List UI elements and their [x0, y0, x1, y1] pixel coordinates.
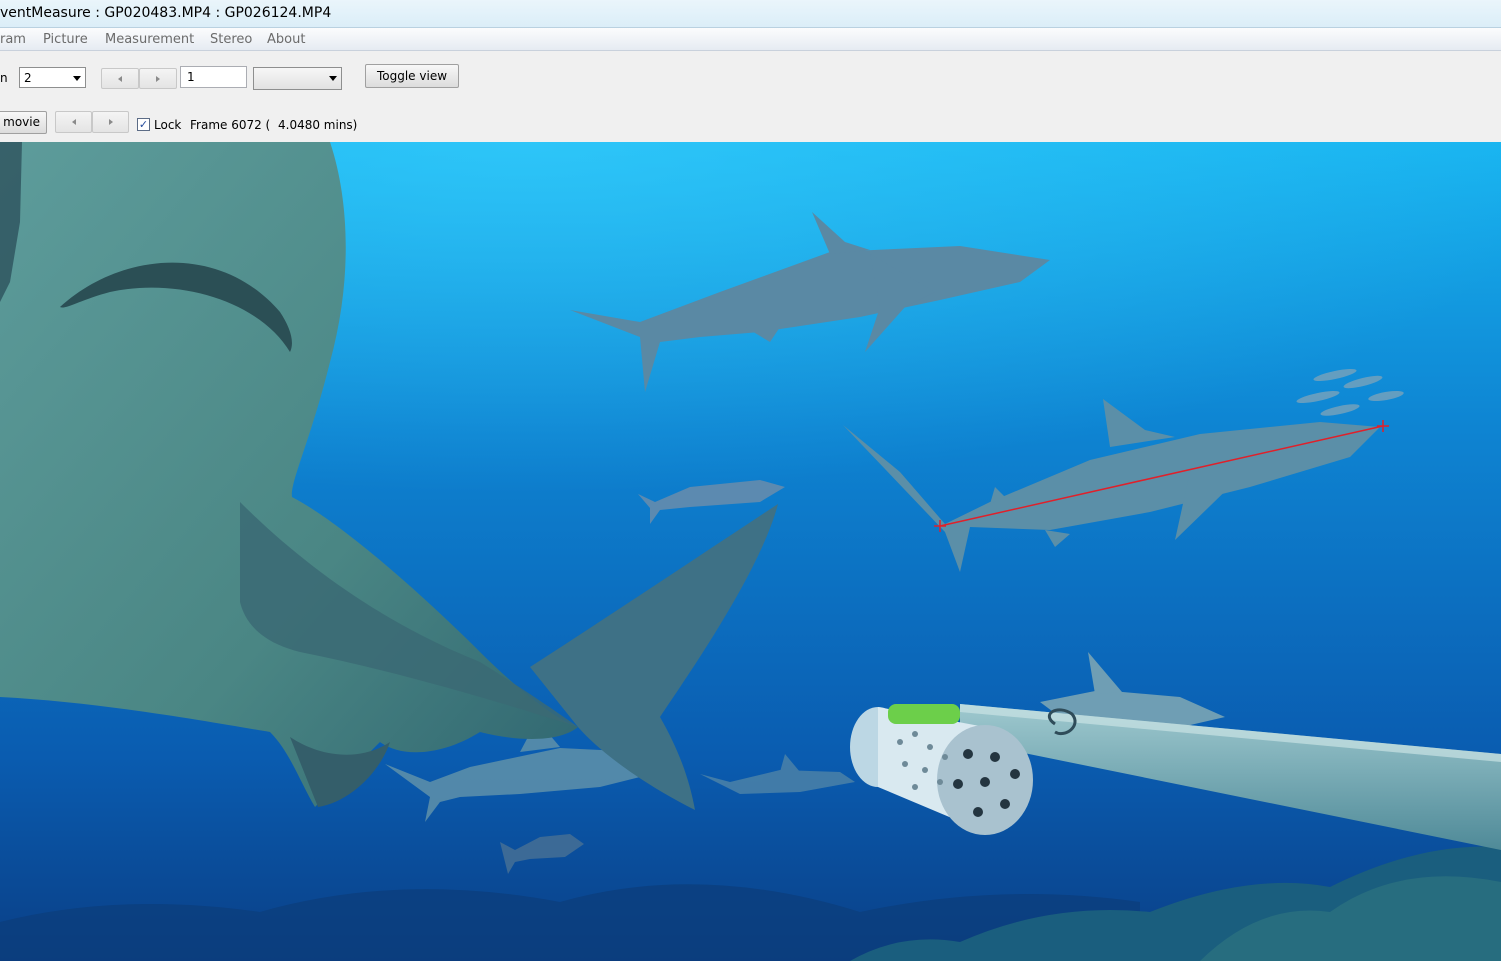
camera-select[interactable]: 2 [19, 67, 86, 88]
title-bar: ventMeasure : GP020483.MP4 : GP026124.MP… [0, 0, 1501, 28]
next-frame-button[interactable] [139, 68, 177, 89]
previous-movie-button[interactable] [55, 111, 92, 133]
unit-select[interactable] [253, 67, 342, 90]
menu-measurement[interactable]: Measurement [105, 32, 194, 47]
chevron-down-icon [73, 76, 81, 81]
camera-select-value: 2 [24, 71, 32, 85]
video-frame[interactable] [0, 142, 1501, 961]
triangle-right-icon [156, 76, 160, 82]
chevron-down-icon [329, 76, 337, 81]
time-label: 4.0480 mins) [278, 118, 358, 132]
underwater-scene [0, 142, 1501, 961]
frame-label: Frame 6072 ( [190, 118, 271, 132]
toolbar: n 2 1 Toggle view movie ✓ Lock Frame 607… [0, 51, 1501, 142]
menu-bar: ram Picture Measurement Stereo About [0, 28, 1501, 51]
triangle-right-icon [108, 119, 113, 125]
previous-frame-button[interactable] [101, 68, 139, 89]
lock-checkbox[interactable]: ✓ [137, 118, 150, 131]
lock-label: Lock [154, 118, 182, 132]
triangle-left-icon [118, 76, 122, 82]
checkmark-icon: ✓ [138, 118, 149, 131]
menu-program[interactable]: ram [0, 32, 26, 47]
triangle-left-icon [71, 119, 76, 125]
menu-stereo[interactable]: Stereo [210, 32, 252, 47]
next-movie-button[interactable] [92, 111, 129, 133]
row1-fragment-label: n [0, 71, 8, 85]
menu-about[interactable]: About [267, 32, 305, 47]
menu-picture[interactable]: Picture [43, 32, 88, 47]
movie-button[interactable]: movie [0, 111, 47, 134]
frame-step-input[interactable]: 1 [180, 66, 247, 88]
toggle-view-button[interactable]: Toggle view [365, 64, 459, 88]
frame-step-value: 1 [187, 70, 195, 84]
window-title: ventMeasure : GP020483.MP4 : GP026124.MP… [0, 5, 332, 21]
